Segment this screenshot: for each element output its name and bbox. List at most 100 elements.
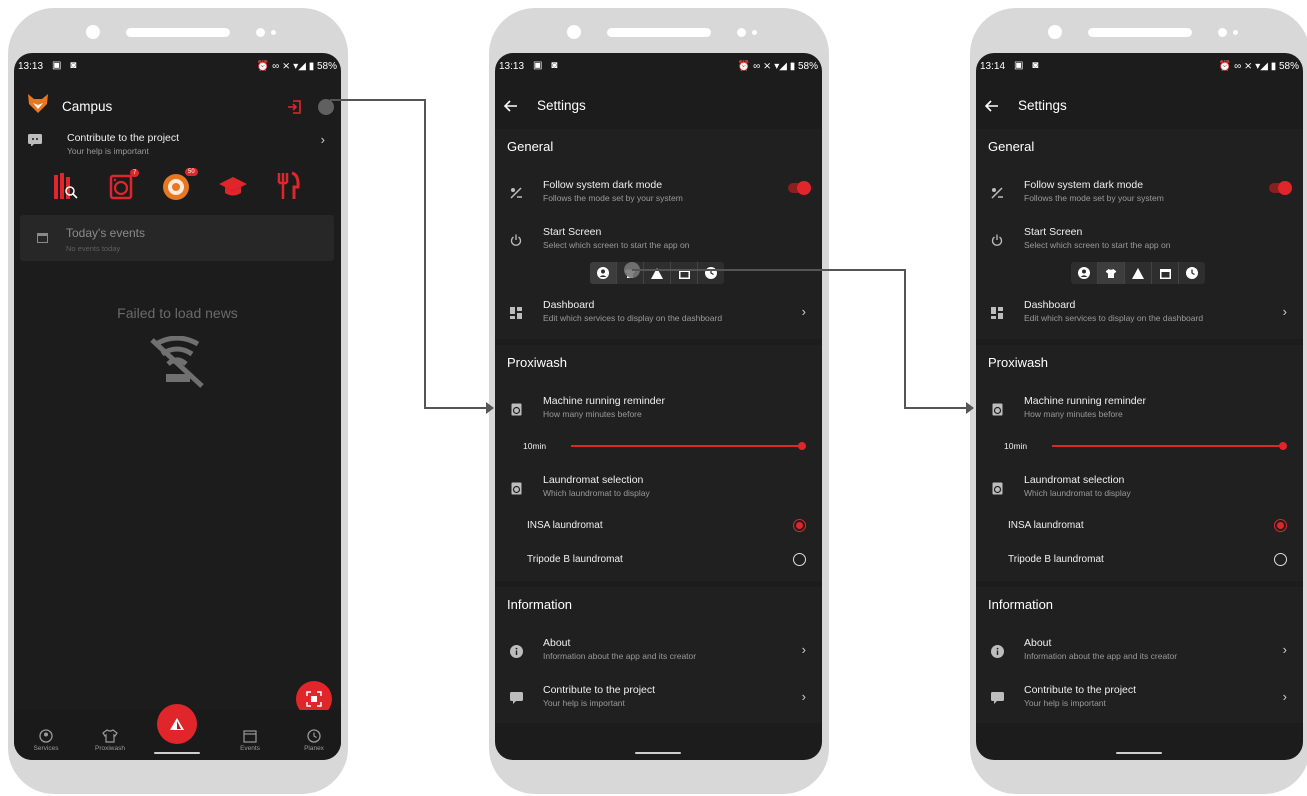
- contribute-setting[interactable]: Contribute to the project Your help is i…: [976, 680, 1303, 720]
- restaurant-icon[interactable]: [276, 171, 302, 201]
- start-screen-title: Start Screen: [1024, 226, 1083, 238]
- option-label: INSA laundromat: [1008, 520, 1084, 531]
- planex-option-icon[interactable]: [697, 262, 724, 284]
- dark-mode-title: Follow system dark mode: [1024, 179, 1144, 191]
- dark-mode-setting[interactable]: Follow system dark mode Follows the mode…: [976, 175, 1303, 215]
- events-option-icon[interactable]: [1151, 262, 1178, 284]
- battery-level: 58%: [1278, 61, 1299, 72]
- reminder-slider-track[interactable]: [1052, 445, 1284, 447]
- contribute-banner[interactable]: Contribute to the project Your help is i…: [14, 129, 341, 169]
- status-time: 13:14: [980, 61, 1006, 72]
- nav-proxiwash[interactable]: Proxiwash: [80, 729, 140, 752]
- home-fab-button[interactable]: [157, 704, 197, 744]
- services-option-icon[interactable]: [1071, 262, 1097, 284]
- option-label: Tripode B laundromat: [527, 554, 623, 565]
- dashboard-setting[interactable]: Dashboard Edit which services to display…: [976, 295, 1303, 335]
- feedback-icon: [26, 131, 44, 149]
- chevron-right-icon: ›: [1282, 689, 1287, 704]
- dark-mode-toggle[interactable]: [1269, 181, 1292, 195]
- start-screen-setting[interactable]: Start Screen Select which screen to star…: [495, 222, 822, 262]
- back-arrow-icon[interactable]: [984, 99, 1000, 113]
- services-option-icon[interactable]: [590, 262, 616, 284]
- nav-label-proxiwash: Proxiwash: [95, 745, 125, 752]
- reminder-setting[interactable]: Machine running reminder How many minute…: [495, 391, 822, 431]
- proxiwash-section: Proxiwash Machine running reminder How m…: [976, 345, 1303, 581]
- laundromat-option[interactable]: Tripode B laundromat: [976, 547, 1303, 573]
- contribute-title: Contribute to the project: [1024, 684, 1137, 696]
- no-network-icon: [147, 335, 207, 391]
- radio-selected[interactable]: [793, 519, 806, 532]
- battery-level: 58%: [797, 61, 818, 72]
- dashboard-setting[interactable]: Dashboard Edit which services to display…: [495, 295, 822, 335]
- proxiwash-option-icon[interactable]: [1097, 262, 1124, 284]
- login-icon[interactable]: [286, 99, 302, 115]
- status-bar: 13:13 ▣ ◙ ⏰ ∞ ⨯ ▾◢ ▮ 58%: [495, 53, 822, 75]
- start-screen-subtitle: Select which screen to start the app on: [543, 240, 690, 250]
- nav-events[interactable]: Events: [220, 729, 280, 752]
- status-battery: ⏰ ∞ ⨯ ▾◢ ▮ 58%: [737, 61, 818, 72]
- home-option-icon[interactable]: [1124, 262, 1151, 284]
- general-heading: General: [988, 139, 1035, 154]
- laundromat-setting[interactable]: Laundromat selection Which laundromat to…: [495, 470, 822, 510]
- graduation-cap-icon[interactable]: [218, 175, 248, 199]
- overflow-menu-icon[interactable]: [318, 99, 334, 115]
- washing-machine-icon: [988, 400, 1006, 418]
- sensor: [752, 30, 757, 35]
- start-screen-selector[interactable]: [1071, 262, 1205, 284]
- planex-option-icon[interactable]: [1178, 262, 1205, 284]
- laundromat-option[interactable]: Tripode B laundromat: [495, 547, 822, 573]
- radio-selected[interactable]: [1274, 519, 1287, 532]
- reminder-slider-thumb[interactable]: [798, 442, 806, 450]
- nav-planex[interactable]: Planex: [284, 729, 341, 752]
- nav-services[interactable]: Services: [16, 729, 76, 752]
- dark-mode-title: Follow system dark mode: [543, 179, 663, 191]
- radio-unselected[interactable]: [1274, 553, 1287, 566]
- washing-machine-icon[interactable]: [108, 173, 134, 201]
- reminder-setting[interactable]: Machine running reminder How many minute…: [976, 391, 1303, 431]
- phone-frame-campus: 13:13 ▣ ◙ ⏰ ∞ ⨯ ▾◢ ▮ 58% Campus Contribu…: [8, 8, 348, 794]
- about-setting[interactable]: About Information about the app and its …: [495, 633, 822, 673]
- theme-icon: [988, 184, 1006, 202]
- notification-icons: ▣ ◙: [533, 60, 561, 71]
- gesture-bar: [1116, 752, 1162, 754]
- contribute-setting[interactable]: Contribute to the project Your help is i…: [495, 680, 822, 720]
- laundromat-subtitle: Which laundromat to display: [1024, 488, 1131, 498]
- app-header: Settings: [976, 81, 1303, 121]
- home-option-icon[interactable]: [643, 262, 670, 284]
- theme-icon: [507, 184, 525, 202]
- laundromat-option[interactable]: INSA laundromat: [976, 513, 1303, 539]
- tutorinsa-icon[interactable]: [162, 173, 190, 201]
- about-setting[interactable]: About Information about the app and its …: [976, 633, 1303, 673]
- dashboard-subtitle: Edit which services to display on the da…: [1024, 313, 1204, 323]
- events-option-icon[interactable]: [670, 262, 697, 284]
- earpiece-speaker: [607, 28, 711, 37]
- back-arrow-icon[interactable]: [503, 99, 519, 113]
- dashboard-subtitle: Edit which services to display on the da…: [543, 313, 723, 323]
- chevron-right-icon: ›: [1282, 304, 1287, 319]
- sensor: [1218, 28, 1227, 37]
- phone-frame-settings-updated: 13:14 ▣ ◙ ⏰ ∞ ⨯ ▾◢ ▮ 58% Settings Genera…: [970, 8, 1307, 794]
- events-title: Today's events: [66, 226, 146, 240]
- laundromat-option[interactable]: INSA laundromat: [495, 513, 822, 539]
- status-bar: 13:14 ▣ ◙ ⏰ ∞ ⨯ ▾◢ ▮ 58%: [976, 53, 1303, 75]
- start-screen-setting[interactable]: Start Screen Select which screen to star…: [976, 222, 1303, 262]
- reminder-slider-thumb[interactable]: [1279, 442, 1287, 450]
- todays-events-card[interactable]: Today's events No events today: [20, 215, 334, 261]
- laundromat-setting[interactable]: Laundromat selection Which laundromat to…: [976, 470, 1303, 510]
- arrow-campus-to-settings: [330, 99, 486, 409]
- radio-unselected[interactable]: [793, 553, 806, 566]
- library-icon[interactable]: [52, 171, 78, 201]
- start-screen-subtitle: Select which screen to start the app on: [1024, 240, 1171, 250]
- laundromat-title: Laundromat selection: [1024, 474, 1125, 486]
- calendar-icon: [36, 231, 48, 243]
- nav-label-services: Services: [33, 745, 59, 752]
- start-screen-selector[interactable]: [590, 262, 724, 284]
- contribute-subtitle: Your help is important: [67, 146, 149, 156]
- chevron-right-icon: ›: [801, 642, 806, 657]
- dark-mode-setting[interactable]: Follow system dark mode Follows the mode…: [495, 175, 822, 215]
- reminder-slider-track[interactable]: [571, 445, 803, 447]
- feedback-icon: [507, 689, 525, 707]
- sensor: [737, 28, 746, 37]
- dark-mode-toggle[interactable]: [788, 181, 811, 195]
- information-heading: Information: [507, 597, 573, 612]
